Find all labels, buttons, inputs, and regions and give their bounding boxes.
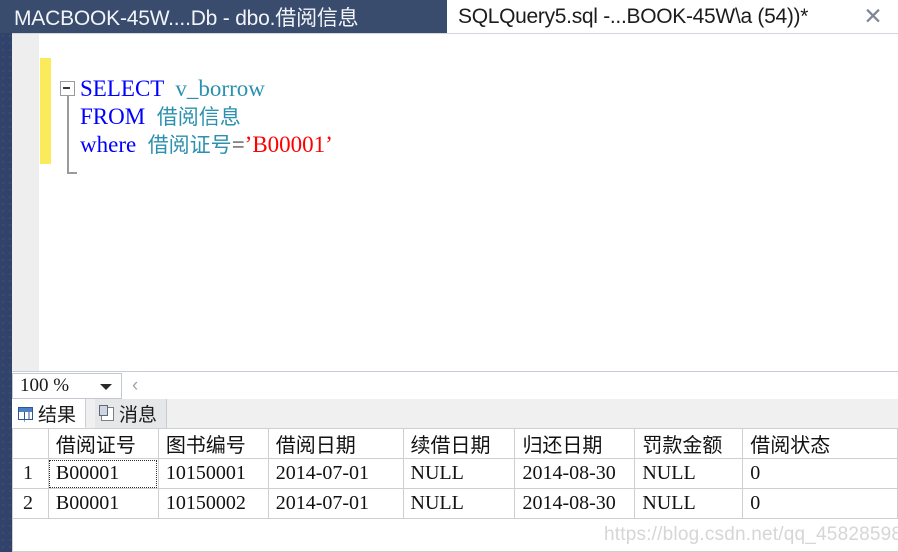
region-bracket-foot [67,172,77,174]
code-line-3: where 借阅证号=’B00001’ [80,131,333,159]
column-header-return-date[interactable]: 归还日期 [514,428,636,459]
cell-book-no[interactable]: 10150002 [158,488,269,519]
unsaved-change-bar [40,58,51,164]
sql-keyword-from: FROM [80,104,146,129]
tab-table-designer-label: MACBOOK-45W....Db - dbo.借阅信息 [14,6,359,30]
tab-sqlquery5-label: SQLQuery5.sql -...BOOK-45W\a (54))* [458,4,809,28]
zoom-level-dropdown[interactable]: 100 % [12,373,122,399]
editor-status-bar: 100 % ‹ [12,371,898,400]
cell-fine-amount[interactable]: NULL [634,458,744,489]
column-header-book-no[interactable]: 图书编号 [158,428,269,459]
tab-sqlquery5[interactable]: SQLQuery5.sql -...BOOK-45W\a (54))* ✕ [447,0,898,33]
cell-card-no[interactable]: B00001 [48,488,159,519]
window-left-edge [0,33,12,552]
code-space-1 [164,76,176,101]
cell-book-no[interactable]: 10150001 [158,458,269,489]
sql-table-name: 借阅信息 [156,105,241,129]
table-row[interactable]: 1 B00001 10150001 2014-07-01 NULL 2014-0… [12,458,898,489]
cell-borrow-date[interactable]: 2014-07-01 [268,488,404,519]
grid-empty-area [12,519,898,552]
message-icon [99,404,114,421]
tab-table-designer[interactable]: MACBOOK-45W....Db - dbo.借阅信息 [0,0,447,33]
cell-return-date[interactable]: 2014-08-30 [514,458,636,489]
row-number[interactable]: 2 [12,488,49,519]
sql-column-name: 借阅证号 [147,133,232,157]
row-number[interactable]: 1 [12,458,49,489]
tab-results[interactable]: 结果 [12,399,87,428]
editor-tab-bar: MACBOOK-45W....Db - dbo.借阅信息 SQLQuery5.s… [0,0,898,33]
results-grid[interactable]: 借阅证号 图书编号 借阅日期 续借日期 归还日期 罚款金额 借阅状态 1 B00… [12,428,898,552]
code-space-3 [136,132,148,157]
cell-borrow-status[interactable]: 0 [742,458,898,489]
results-pane-tabs: 结果 消息 [12,399,898,429]
cell-return-date[interactable]: 2014-08-30 [514,488,636,519]
column-header-rownum[interactable] [12,428,49,459]
tab-messages-label: 消息 [119,404,158,426]
table-row[interactable]: 2 B00001 10150002 2014-07-01 NULL 2014-0… [12,488,898,519]
column-header-fine-amount[interactable]: 罚款金额 [634,428,744,459]
editor-indicator-margin [12,34,39,372]
column-header-renew-date[interactable]: 续借日期 [403,428,516,459]
cell-borrow-date[interactable]: 2014-07-01 [268,458,404,489]
chevron-down-icon[interactable] [100,384,112,390]
collapse-region-icon[interactable] [60,81,75,96]
code-line-2: FROM 借阅信息 [80,103,241,131]
cell-borrow-status[interactable]: 0 [742,488,898,519]
cell-renew-date[interactable]: NULL [403,488,516,519]
sql-identifier-v-borrow: v_borrow [175,76,265,101]
sql-keyword-select: SELECT [80,76,164,101]
sql-string-literal: ’B00001’ [244,132,333,157]
tab-messages[interactable]: 消息 [95,399,168,428]
cell-renew-date[interactable]: NULL [403,458,516,489]
code-line-1: SELECT v_borrow [80,75,265,103]
column-header-card-no[interactable]: 借阅证号 [48,428,159,459]
code-space-2 [145,104,157,129]
navigate-back-icon[interactable]: ‹ [132,375,138,397]
sql-operator-equals: = [231,132,245,157]
sql-keyword-where: where [80,132,137,157]
cell-card-no[interactable]: B00001 [48,458,159,489]
sql-editor[interactable]: SELECT v_borrow FROM 借阅信息 where 借阅证号=’B0… [12,33,898,372]
grid-icon [18,406,33,420]
tab-results-label: 结果 [38,403,77,426]
column-header-borrow-status[interactable]: 借阅状态 [742,428,898,459]
region-bracket-line [67,96,69,173]
cell-fine-amount[interactable]: NULL [634,488,744,519]
zoom-level-value: 100 % [20,375,70,396]
column-header-borrow-date[interactable]: 借阅日期 [268,428,404,459]
table-header-row: 借阅证号 图书编号 借阅日期 续借日期 归还日期 罚款金额 借阅状态 [12,428,898,459]
code-area[interactable]: SELECT v_borrow FROM 借阅信息 where 借阅证号=’B0… [51,34,898,372]
close-icon[interactable]: ✕ [860,3,886,29]
results-table: 借阅证号 图书编号 借阅日期 续借日期 归还日期 罚款金额 借阅状态 1 B00… [12,428,898,519]
